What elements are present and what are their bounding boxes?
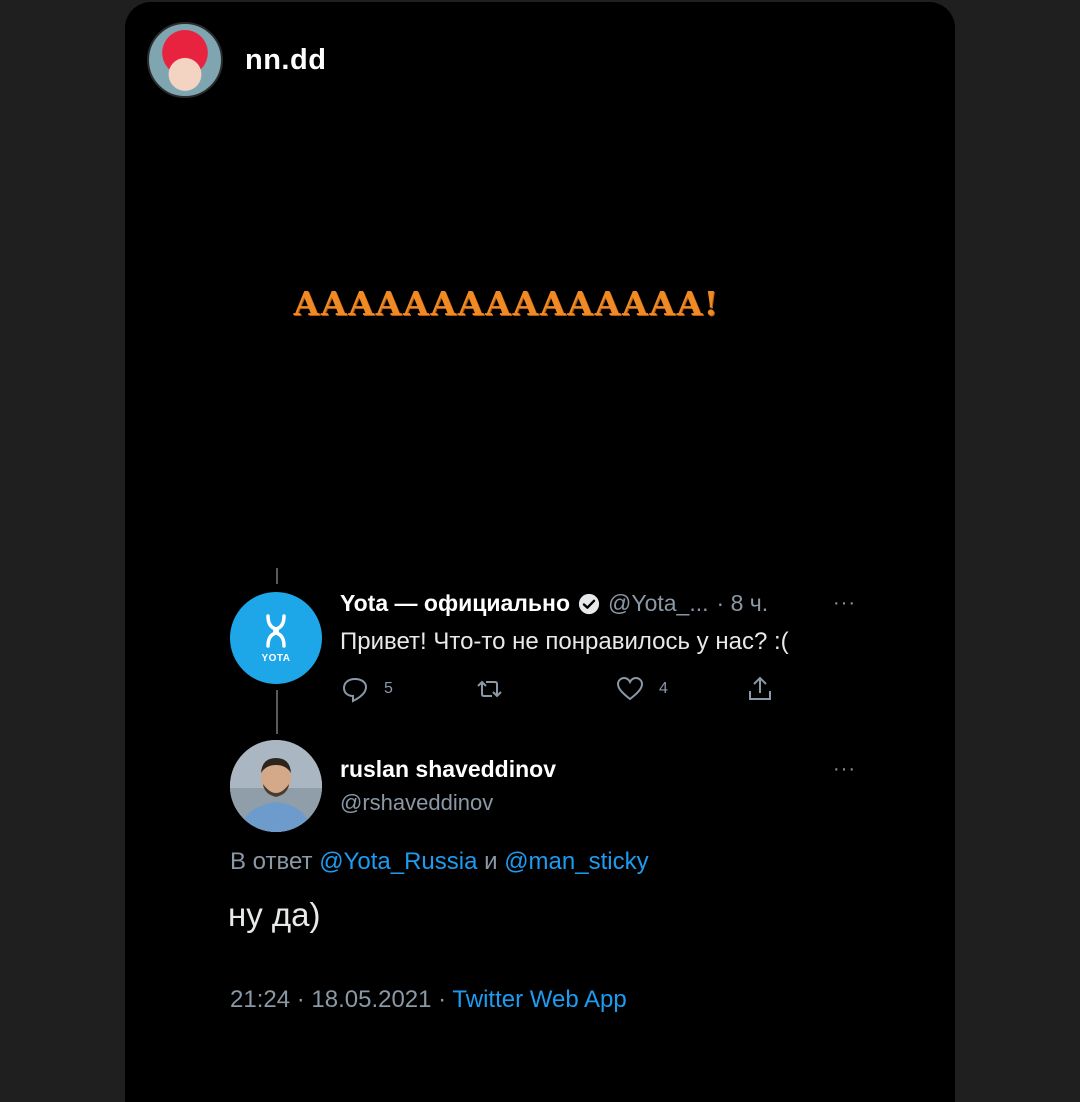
main-tweet-source[interactable]: Twitter Web App <box>452 986 626 1013</box>
reply-to-prefix: В ответ <box>230 848 313 875</box>
yota-avatar-label: YOTA <box>261 652 291 664</box>
parent-tweet-author-name[interactable]: Yota — официально <box>340 590 570 617</box>
story-header: nn.dd <box>147 22 326 98</box>
story-author-avatar[interactable] <box>147 22 223 98</box>
reply-to-line: В ответ @Yota_Russia и @man_sticky <box>230 848 649 876</box>
parent-tweet-time[interactable]: · 8 ч. <box>717 590 769 617</box>
like-action[interactable]: 4 <box>615 674 668 704</box>
retweet-icon <box>477 680 502 698</box>
like-count: 4 <box>659 680 668 697</box>
share-icon <box>749 676 771 700</box>
main-tweet-author-name[interactable]: ruslan shaveddinov <box>340 756 556 783</box>
parent-tweet-text: Привет! Что-то не понравилось у нас? :( <box>340 628 789 655</box>
story-card: nn.dd ААААААААААААААА! YOTA Yota — офици… <box>125 2 955 1102</box>
story-username[interactable]: nn.dd <box>245 44 326 77</box>
story-caption: ААААААААААААААА! <box>293 284 719 323</box>
ruslan-avatar-image <box>230 740 322 832</box>
ruslan-avatar[interactable] <box>230 740 322 832</box>
yota-avatar[interactable]: YOTA <box>230 592 322 684</box>
main-tweet-more-icon[interactable]: ··· <box>833 758 856 781</box>
share-action[interactable] <box>745 674 775 704</box>
verified-badge-icon <box>578 593 600 614</box>
reply-to-user-yota[interactable]: @Yota_Russia <box>319 848 477 875</box>
main-tweet-text: ну да) <box>228 896 321 933</box>
heart-icon <box>616 676 644 701</box>
main-tweet-meta: 21:24 · 18.05.2021 · Twitter Web App <box>230 986 627 1014</box>
reply-to-and: и <box>484 848 498 875</box>
reply-to-user-man-sticky[interactable]: @man_sticky <box>504 848 648 875</box>
parent-tweet-actions: 5 4 <box>340 674 780 710</box>
parent-tweet-more-icon[interactable]: ··· <box>833 592 856 615</box>
reply-count: 5 <box>384 680 393 697</box>
main-tweet-handle[interactable]: @rshaveddinov <box>340 790 493 816</box>
parent-tweet-handle[interactable]: @Yota_... <box>608 590 709 617</box>
thread-line-top <box>276 568 278 584</box>
parent-tweet-header: Yota — официально @Yota_... · 8 ч. <box>340 590 768 617</box>
reply-icon <box>342 677 368 703</box>
main-tweet-timestamp[interactable]: 21:24 · 18.05.2021 · <box>230 986 446 1013</box>
yota-logo-icon <box>266 613 286 648</box>
reply-action[interactable]: 5 <box>340 674 393 704</box>
retweet-action[interactable] <box>475 674 505 704</box>
thread-line-middle <box>276 690 278 734</box>
